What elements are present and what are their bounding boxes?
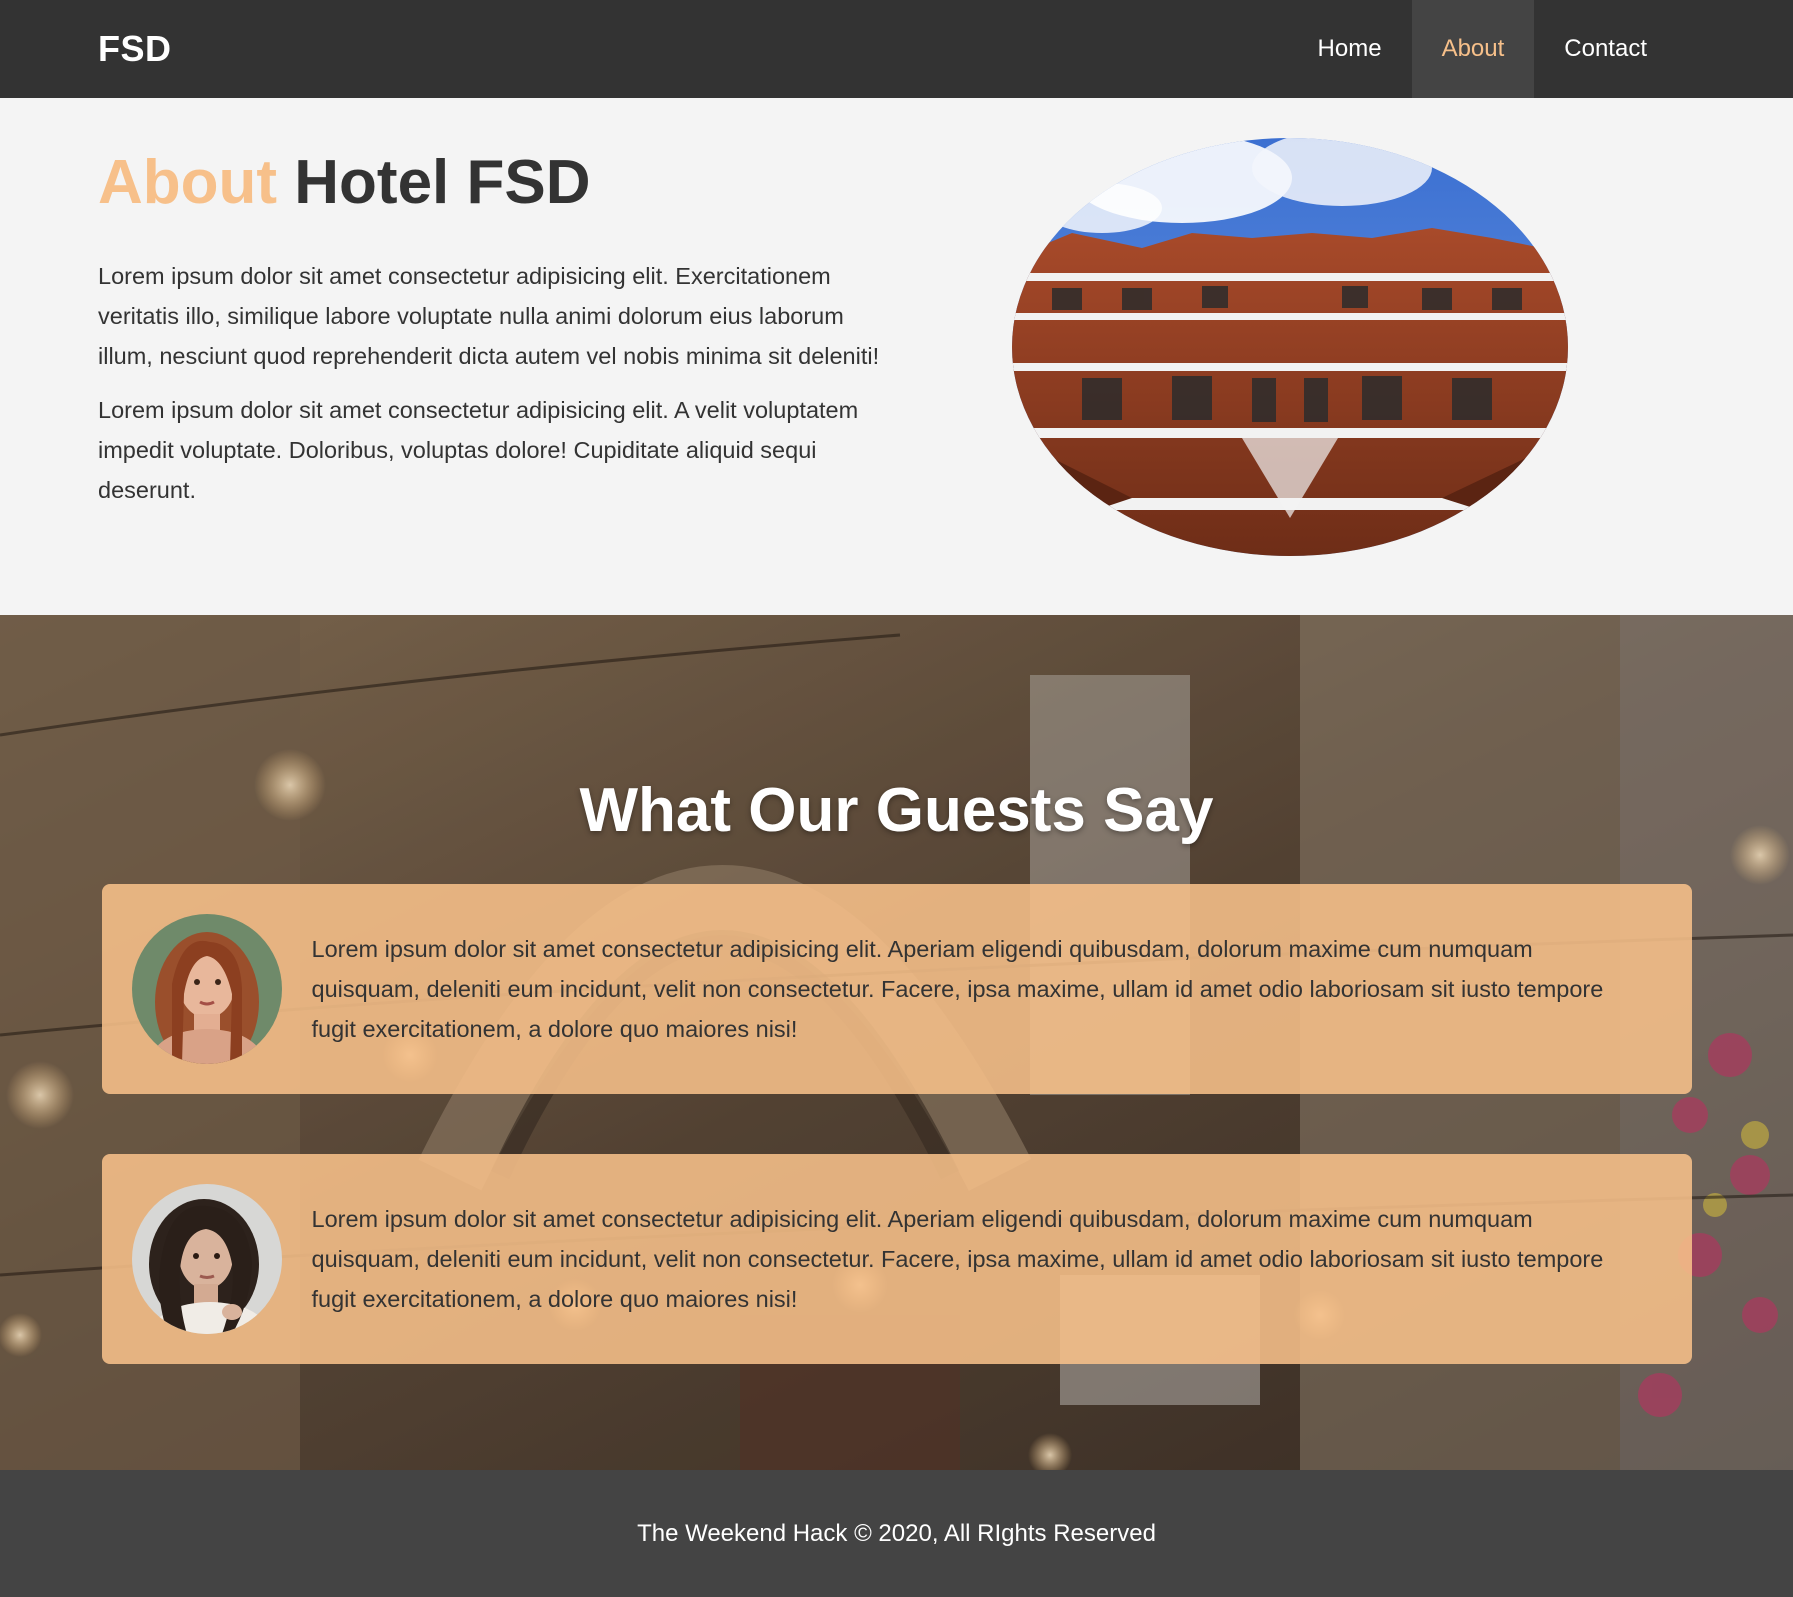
about-paragraph-2: Lorem ipsum dolor sit amet consectetur a… xyxy=(98,397,859,504)
about-title-accent: About xyxy=(98,148,278,217)
navbar: FSD Home About Contact xyxy=(0,0,1793,98)
nav-item-contact[interactable]: Contact xyxy=(1534,0,1677,98)
footer-text: The Weekend Hack © 2020, All RIghts Rese… xyxy=(637,1519,1156,1547)
about-section: About Hotel FSD Lorem ipsum dolor sit am… xyxy=(0,98,1793,615)
about-title: About Hotel FSD xyxy=(98,146,898,220)
testimonials-title: What Our Guests Say xyxy=(579,776,1214,845)
nav-item-about[interactable]: About xyxy=(1411,0,1535,98)
testimonial-text-1: Lorem ipsum dolor sit amet consectetur a… xyxy=(311,936,1604,1042)
testimonial-card: Lorem ipsum dolor sit amet consectetur a… xyxy=(101,1154,1692,1364)
hotel-building-image xyxy=(1012,138,1568,556)
about-text: About Hotel FSD Lorem ipsum dolor sit am… xyxy=(98,138,898,615)
testimonials-content: What Our Guests Say Lorem ipsum dolor si… xyxy=(0,615,1793,1364)
testimonial-text-2: Lorem ipsum dolor sit amet consectetur a… xyxy=(311,1206,1604,1312)
footer: The Weekend Hack © 2020, All RIghts Rese… xyxy=(0,1470,1793,1597)
guest-avatar-1 xyxy=(131,914,282,1064)
nav-links: Home About Contact xyxy=(1288,0,1677,98)
about-title-rest: Hotel FSD xyxy=(294,148,591,217)
testimonials-section: What Our Guests Say Lorem ipsum dolor si… xyxy=(0,615,1793,1470)
guest-avatar-2 xyxy=(131,1184,282,1334)
testimonial-card: Lorem ipsum dolor sit amet consectetur a… xyxy=(101,884,1692,1094)
logo[interactable]: FSD xyxy=(98,28,172,70)
about-paragraph-1: Lorem ipsum dolor sit amet consectetur a… xyxy=(98,263,880,370)
nav-item-home[interactable]: Home xyxy=(1288,0,1412,98)
